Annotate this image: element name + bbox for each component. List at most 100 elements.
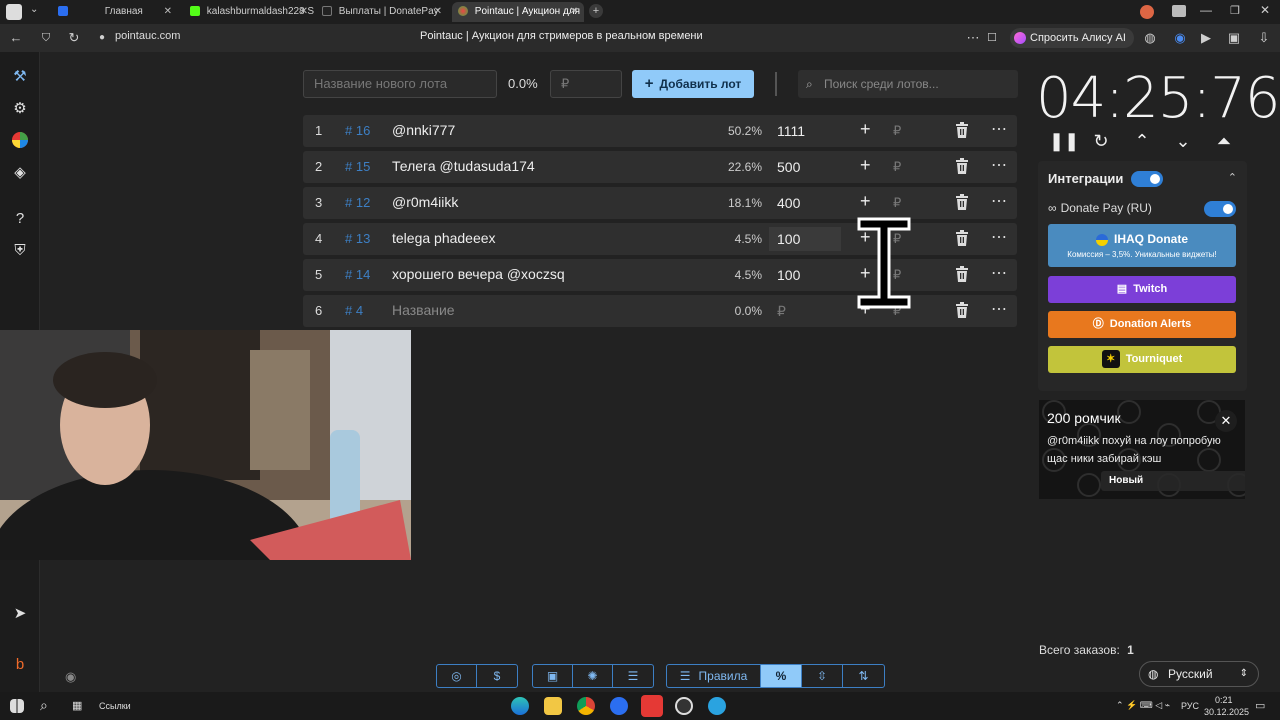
lot-name[interactable]: @nnki777 — [392, 122, 455, 138]
extension-icon[interactable]: ◉ — [1170, 28, 1190, 48]
chevron-down-icon[interactable]: ⌄ — [30, 4, 38, 15]
compress-icon[interactable]: ⇳ — [802, 665, 843, 687]
shield-icon[interactable]: ⛉ — [36, 28, 56, 48]
plus-icon[interactable]: + — [860, 155, 871, 176]
github-icon[interactable]: ◎ — [437, 665, 477, 687]
lot-amount[interactable]: 500 — [769, 155, 841, 179]
twitch-button[interactable]: ▤ Twitch — [1048, 276, 1236, 303]
globe-icon[interactable]: ◍ — [1140, 28, 1160, 48]
search-icon[interactable]: ⌕ — [40, 697, 48, 714]
reset-icon[interactable]: ↻ — [1090, 130, 1112, 152]
save-icon[interactable]: ▣ — [533, 665, 573, 687]
chevron-down-icon[interactable]: ⌄ — [1172, 130, 1194, 152]
edge-icon[interactable] — [511, 697, 529, 715]
double-chevron-up-icon[interactable]: ⏶ — [1213, 130, 1235, 152]
new-tab-button[interactable]: + — [589, 4, 603, 18]
collections-icon[interactable]: ▣ — [1224, 28, 1244, 48]
close-icon[interactable]: ✕ — [164, 2, 172, 22]
pause-icon[interactable]: ❚❚ — [1049, 130, 1079, 152]
trash-icon[interactable] — [955, 266, 969, 282]
plus-icon[interactable]: + — [860, 191, 871, 212]
chevron-up-icon[interactable]: ⌃ — [1131, 130, 1153, 152]
trash-icon[interactable] — [955, 302, 969, 318]
lot-name[interactable]: хорошего вечера @xoczsq — [392, 266, 565, 282]
integrations-toggle[interactable] — [1131, 171, 1163, 187]
lot-amount[interactable]: 100 — [769, 263, 841, 287]
window-close-button[interactable]: ✕ — [1260, 3, 1270, 17]
lot-name[interactable]: Название — [392, 302, 455, 318]
close-icon[interactable]: ✕ — [434, 2, 442, 22]
settings-icon[interactable]: ⚙ — [10, 99, 30, 119]
close-icon[interactable]: ✕ — [300, 2, 308, 22]
site-info-icon[interactable]: ● — [92, 28, 112, 48]
trash-icon[interactable] — [955, 158, 969, 174]
lot-amount[interactable]: ₽ — [769, 299, 841, 323]
new-lot-amount-input[interactable]: ₽ — [550, 70, 622, 98]
lot-name[interactable]: telega phadeeex — [392, 230, 496, 246]
trash-icon[interactable] — [955, 194, 969, 210]
tab-pointauc[interactable]: Pointauc | Аукцион для ✕ — [452, 2, 584, 22]
chevron-up-icon[interactable]: ⌃ — [1228, 171, 1237, 184]
notifications-center-icon[interactable]: ▭ — [1255, 699, 1265, 712]
telegram-taskbar-icon[interactable] — [708, 697, 726, 715]
lot-name[interactable]: @r0m4iikk — [392, 194, 458, 210]
yandex-browser-icon[interactable] — [641, 695, 663, 717]
help-icon[interactable]: ? — [10, 209, 30, 229]
trash-icon[interactable] — [955, 230, 969, 246]
ruble-input[interactable]: ₽ — [893, 195, 901, 211]
close-icon[interactable]: ✕ — [1215, 410, 1237, 432]
lot-search-input[interactable]: ⌕ Поиск среди лотов... — [798, 70, 1018, 98]
ruble-input[interactable]: ₽ — [893, 159, 901, 175]
url-field[interactable]: pointauc.com — [115, 30, 180, 42]
folder-icon[interactable] — [544, 697, 562, 715]
rules-button[interactable]: ☰ Правила — [667, 665, 761, 687]
close-icon[interactable]: ✕ — [570, 2, 578, 22]
app-icon[interactable] — [610, 697, 628, 715]
sort-icon[interactable]: ⇅ — [843, 665, 884, 687]
percent-toggle[interactable]: % — [761, 665, 802, 687]
donatepay-toggle[interactable] — [1204, 201, 1236, 217]
telegram-icon[interactable]: ➤ — [10, 604, 30, 624]
lot-amount[interactable]: 100 — [769, 227, 841, 251]
clear-list-icon[interactable]: ☰ — [613, 665, 653, 687]
more-icon[interactable]: ⋯ — [991, 155, 1008, 175]
shield-check-icon[interactable]: ⛨ — [10, 241, 30, 261]
new-lot-name-input[interactable]: Название нового лота — [303, 70, 497, 98]
bug-icon[interactable]: ✺ — [573, 665, 613, 687]
minimize-button[interactable]: — — [1200, 3, 1212, 17]
back-icon[interactable]: ← — [6, 28, 26, 48]
audio-icon[interactable] — [6, 4, 22, 20]
obs-icon[interactable] — [675, 697, 693, 715]
links-label[interactable]: Ссылки — [99, 701, 131, 711]
wheel-icon[interactable] — [10, 131, 30, 151]
tab-donatepay[interactable]: Выплаты | DonatePay ✕ — [318, 2, 448, 22]
more-icon[interactable]: ⋯ — [991, 299, 1008, 319]
status-select[interactable]: Новый▾ — [1101, 471, 1245, 491]
plus-icon[interactable]: + — [860, 119, 871, 140]
more-icon[interactable]: ⋯ — [991, 227, 1008, 247]
maximize-button[interactable]: ❐ — [1230, 4, 1240, 17]
tray-icons[interactable]: ⌃ ⚡ ⌨ ◁ ⌁ — [1116, 700, 1170, 711]
input-language[interactable]: РУС — [1181, 701, 1199, 711]
more-icon[interactable]: ⋯ — [963, 28, 983, 48]
ihaq-donate-button[interactable]: IHAQ Donate Комиссия – 3,5%. Уникальные … — [1048, 224, 1236, 267]
boosty-icon[interactable]: b — [10, 655, 30, 675]
tab-kick[interactable]: kalashburmaldash228 Stre ✕ — [186, 2, 314, 22]
more-icon[interactable]: ⋯ — [991, 119, 1008, 139]
ask-alice-button[interactable]: Спросить Алису AI — [1010, 28, 1134, 48]
lot-amount[interactable]: 1111 — [769, 119, 841, 143]
notifications-icon[interactable] — [1172, 5, 1186, 17]
profile-avatar[interactable] — [1140, 5, 1154, 19]
windows-start-icon[interactable] — [10, 699, 24, 713]
lot-amount[interactable]: 400 — [769, 191, 841, 215]
add-lot-button[interactable]: + Добавить лот — [632, 70, 754, 98]
tab-home[interactable]: Главная ✕ — [54, 2, 178, 22]
ruble-input[interactable]: ₽ — [893, 123, 901, 139]
donation-alerts-button[interactable]: Ⓓ Donation Alerts — [1048, 311, 1236, 338]
layers-icon[interactable]: ◈ — [10, 163, 30, 183]
eye-icon[interactable]: ◉ — [65, 669, 76, 685]
downloads-icon[interactable]: ⇩ — [1254, 28, 1274, 48]
reload-icon[interactable]: ↻ — [64, 28, 84, 48]
lot-name[interactable]: Телега @tudasuda174 — [392, 158, 535, 174]
dollar-icon[interactable]: $ — [477, 665, 517, 687]
